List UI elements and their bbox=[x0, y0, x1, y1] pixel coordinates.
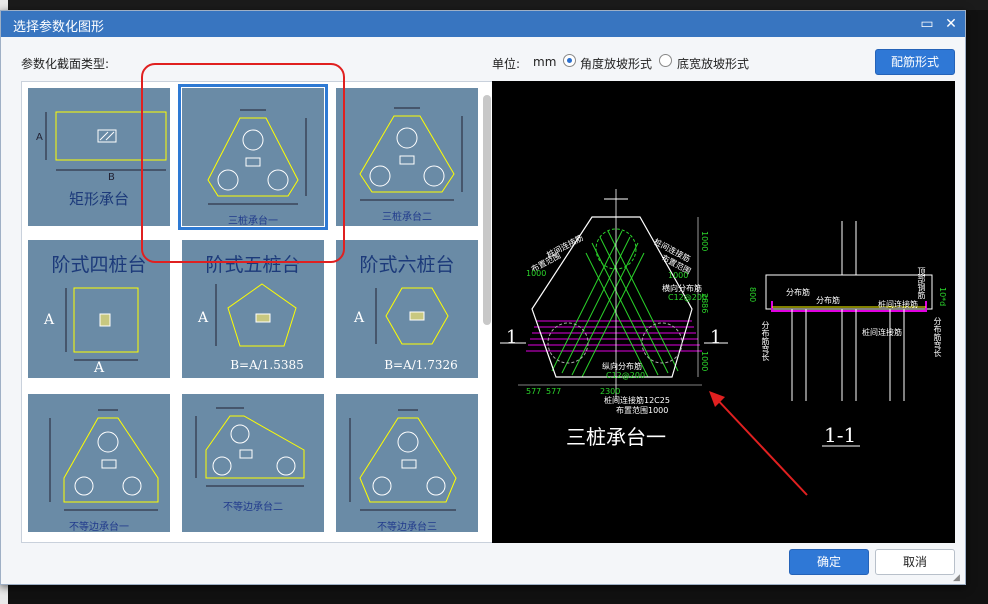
label-dim-800: 800 bbox=[748, 287, 757, 303]
thumb-triangle-cap-2[interactable]: 三桩承台二 bbox=[336, 88, 478, 226]
label-sec-top: 顶部钢筋 bbox=[917, 267, 926, 299]
dialog-footer: 确定 取消 bbox=[1, 546, 965, 586]
label-sec-link2: 桩间连接筋 bbox=[862, 328, 902, 337]
resize-grip-icon[interactable]: ◢ bbox=[953, 573, 963, 583]
cancel-button[interactable]: 取消 bbox=[875, 549, 955, 575]
cad-top-area bbox=[8, 0, 988, 10]
rebar-form-button[interactable]: 配筋形式 bbox=[875, 49, 955, 75]
label-dim-1000b: 1000 bbox=[700, 351, 709, 372]
svg-text:A: A bbox=[36, 132, 43, 143]
dialog-title: 选择参数化图形 bbox=[13, 20, 105, 35]
annotation-arrow bbox=[709, 391, 808, 496]
radio-width-slope[interactable] bbox=[659, 54, 672, 67]
label-bottom-range: 布置范围1000 bbox=[616, 406, 669, 415]
triangle-cap-2-drawing bbox=[359, 107, 463, 201]
thumb-unequal-cap-2[interactable]: 不等边承台二 bbox=[182, 394, 324, 532]
gallery-scrollbar[interactable] bbox=[483, 95, 491, 325]
maximize-icon[interactable]: ▭ bbox=[917, 14, 937, 34]
section-mark-right: 1 bbox=[710, 327, 722, 348]
highlight-annotation bbox=[141, 63, 345, 263]
radio-width-slope-label[interactable]: 底宽放坡形式 bbox=[677, 55, 749, 72]
label-dim-577a: 577 bbox=[526, 387, 542, 396]
label-longitudinal-val: C12@200 bbox=[606, 371, 646, 380]
label-sec-side-right: 分布筋弯长 bbox=[933, 317, 942, 357]
label-dim-1000a: 1000 bbox=[700, 231, 709, 252]
label-sec-link: 桩间连接筋 bbox=[878, 300, 918, 309]
unit-value: mm bbox=[533, 55, 557, 69]
label-sec-side-left: 分布筋弯长 bbox=[761, 321, 770, 361]
unequal-cap-1-drawing bbox=[49, 409, 159, 511]
close-icon[interactable]: ✕ bbox=[941, 14, 961, 34]
unequal-cap-3-drawing bbox=[349, 409, 457, 511]
label-dim-2886: 2886 bbox=[700, 293, 709, 314]
pile-right bbox=[641, 322, 683, 364]
label-sec-10d: 10*d bbox=[938, 287, 947, 307]
svg-text:A: A bbox=[353, 310, 365, 326]
label-sec-dist1: 分布筋 bbox=[786, 288, 810, 297]
thumb-caption: A bbox=[93, 360, 105, 376]
dialog-titlebar: 选择参数化图形 ▭ ✕ bbox=[1, 11, 965, 37]
thumb-caption: 不等边承台三 bbox=[377, 522, 437, 533]
label-range-right-val: 1000 bbox=[668, 271, 689, 280]
ok-button[interactable]: 确定 bbox=[789, 549, 869, 575]
label-range-left-val: 1000 bbox=[526, 269, 547, 278]
section-mark-left: 1 bbox=[506, 327, 518, 348]
thumb-caption: B=A/1.7326 bbox=[384, 358, 458, 372]
thumb-caption: 不等边承台一 bbox=[69, 522, 129, 533]
thumb-caption: 不等边承台二 bbox=[223, 502, 283, 513]
preview-main-title: 三桩承台一 bbox=[566, 425, 666, 449]
svg-text:B: B bbox=[108, 172, 115, 183]
thumb-unequal-cap-1[interactable]: 不等边承台一 bbox=[28, 394, 170, 533]
section-type-label: 参数化截面类型: bbox=[21, 57, 110, 71]
param-shape-dialog: 选择参数化图形 ▭ ✕ 参数化截面类型: 单位: mm 角度放坡形式 底宽放坡形… bbox=[0, 10, 966, 585]
thumb-caption: B=A/1.5385 bbox=[230, 358, 304, 372]
green-rebar-bands bbox=[551, 230, 679, 378]
thumb-step-6pile[interactable]: 阶式六桩台 A B=A/1.7326 bbox=[336, 240, 478, 378]
thumb-caption: 三桩承台二 bbox=[382, 212, 432, 223]
thumb-unequal-cap-3[interactable]: 不等边承台三 bbox=[336, 394, 478, 533]
pile-left bbox=[547, 322, 589, 364]
radio-angle-slope-label[interactable]: 角度放坡形式 bbox=[580, 55, 652, 72]
magenta-rebar-band bbox=[526, 320, 702, 352]
label-sec-dist2: 分布筋 bbox=[816, 296, 840, 305]
preview-section-title: 1-1 bbox=[824, 423, 857, 447]
label-dim-577b: 577 bbox=[546, 387, 562, 396]
unit-label: 单位: bbox=[492, 57, 521, 71]
svg-text:A: A bbox=[43, 312, 55, 328]
svg-text:A: A bbox=[197, 310, 209, 326]
radio-angle-slope[interactable] bbox=[563, 54, 576, 67]
